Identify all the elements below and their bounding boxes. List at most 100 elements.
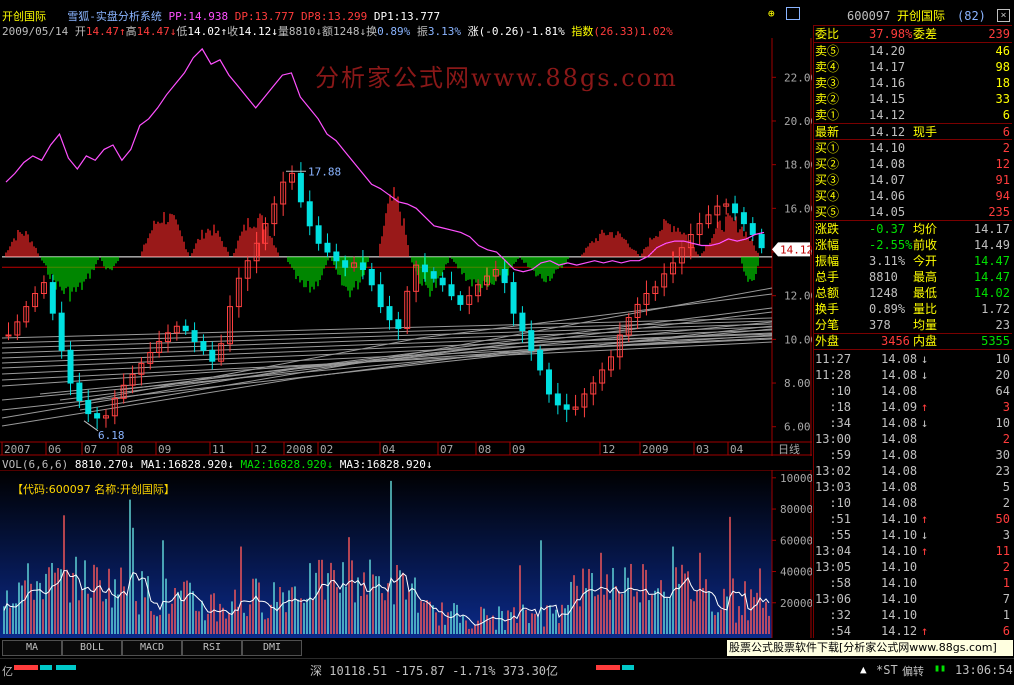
open-value: 14.47 [85,25,119,38]
index-ticker[interactable]: 深 10118.51 -175.87 -1.71% 373.30亿 [310,662,558,679]
tick-price: 14.08 [881,448,918,462]
ask-label: 卖② [815,92,840,106]
candle-body [501,268,508,284]
x-tick-label: 07 [440,443,453,456]
code-label: 【代码:600097 名称:开创国际】 [12,483,175,496]
tick-row: :10 14.08 64 [813,383,1012,399]
candle-body [528,330,535,351]
stock-name[interactable]: 开创国际 [2,10,46,23]
candle-body [306,201,313,227]
candle-body [191,330,198,343]
bid-price: 14.10 [869,141,906,155]
stat-value: 1.72 [981,302,1010,316]
tick-price: 14.10 [881,544,918,558]
quote-panel: 600097 开创国际 (82) × 委比 37.98% 委差 239 最新 1… [813,8,1012,638]
candle-body [49,282,56,314]
adjust-icon[interactable]: ⊕ [768,8,780,20]
window-icon[interactable] [786,7,800,20]
tab-macd[interactable]: MACD [122,640,182,656]
candle-body [209,349,216,362]
tab-boll[interactable]: BOLL [62,640,122,656]
annotation-leader [83,420,99,432]
weibi-label: 委比 [815,27,840,41]
bid-price: 14.07 [869,173,906,187]
stat-label: 最低 [913,286,938,300]
stat-label: 总手 [815,270,840,284]
x-tick-label: 04 [382,443,396,456]
tick-volume: 2 [1002,432,1010,446]
tick-volume: 3 [1002,528,1010,542]
weicha-label: 委差 [913,27,938,41]
tick-row: :55 14.10 ↓ 3 [813,527,1012,543]
y-tick-label: 20.00 [784,115,812,128]
ask-price: 14.17 [869,60,906,74]
x-tick-label: 08 [120,443,133,456]
stat-label: 今开 [913,254,938,268]
y-tick-label: 6.00 [784,421,811,434]
ask-label: 卖③ [815,76,840,90]
tick-volume: 1 [1002,576,1010,590]
high-annotation: 17.88 [308,165,341,178]
x-tick-label: 03 [696,443,709,456]
y-tick-label: 8.00 [784,377,811,390]
vol-y-tick-label: 20000 [780,597,812,610]
st-label: *ST [876,663,898,677]
candle-body [545,369,552,395]
price-chart[interactable]: 22.0020.0018.0016.0014.0012.0010.008.006… [0,38,812,456]
amplitude-value: 3.13% [427,25,461,38]
stat-value: 378 [869,318,891,332]
ask-price: 14.20 [869,44,906,58]
tab-ma[interactable]: MA [2,640,62,656]
arrow-icon: ↑ [921,624,929,638]
vol-label: 量 [277,25,289,38]
stat-row: 总手 8810 最高 14.47 [813,269,1012,285]
ask-volume: 18 [995,76,1010,90]
indicator-value: 13.777 [400,10,441,23]
tick-volume: 64 [995,384,1010,398]
tab-dmi[interactable]: DMI [242,640,302,656]
stat-label: 总额 [815,286,840,300]
candle-body [377,284,384,308]
hand-label: 现手 [913,125,938,139]
tick-volume: 2 [1002,560,1010,574]
last-label: 最新 [815,125,840,139]
ask-volume: 6 [1002,108,1010,122]
tick-volume: 7 [1002,592,1010,606]
y-tick-label: 16.00 [784,202,812,215]
signal-icon: ▮▮ [934,663,947,674]
indicator-label: DP: [228,10,255,23]
bid-volume: 12 [995,157,1010,171]
indicator-label: DP8: [294,10,328,23]
indicator-value: 13.777 [254,10,295,23]
stat-label: 均价 [913,222,938,236]
vol-y-tick-label: 40000 [780,566,812,579]
y-tick-label: 12.00 [784,290,812,303]
arrow-icon: ↓ [921,416,929,430]
tick-price: 14.08 [881,480,918,494]
tab-rsi[interactable]: RSI [182,640,242,656]
last-row: 最新 14.12 现手 6 [813,124,1012,140]
ask-price: 14.16 [869,76,906,90]
tick-price: 14.08 [881,432,918,446]
tick-time: :59 [829,448,851,462]
candle-body [359,262,366,270]
candle-body [749,223,756,236]
watermark: 分析家公式网www.88gs.com [315,64,678,92]
y-tick-label: 22.00 [784,71,812,84]
ask-row: 卖② 14.15 33 [813,91,1012,107]
ask-volume: 46 [995,44,1010,58]
stat-label: 涨跌 [815,222,840,236]
ad-banner[interactable]: 股票公式股票软件下载[分析家公式网www.88gs.com] [727,640,1013,656]
stat-value: -2.55% [869,238,913,252]
tick-time: 13:00 [815,432,852,446]
candle-body [297,172,304,203]
close-icon[interactable]: × [997,9,1010,22]
stat-row: 换手 0.89% 量比 1.72 [813,301,1012,317]
status-bar-cyan3 [622,665,634,670]
bid-row: 买⑤ 14.05 235 [813,204,1012,220]
tick-time: :10 [829,384,851,398]
x-tick-label: 06 [48,443,61,456]
tick-price: 14.08 [881,416,918,430]
clock: 13:06:54 [955,663,1013,677]
ma-line [79,287,773,411]
